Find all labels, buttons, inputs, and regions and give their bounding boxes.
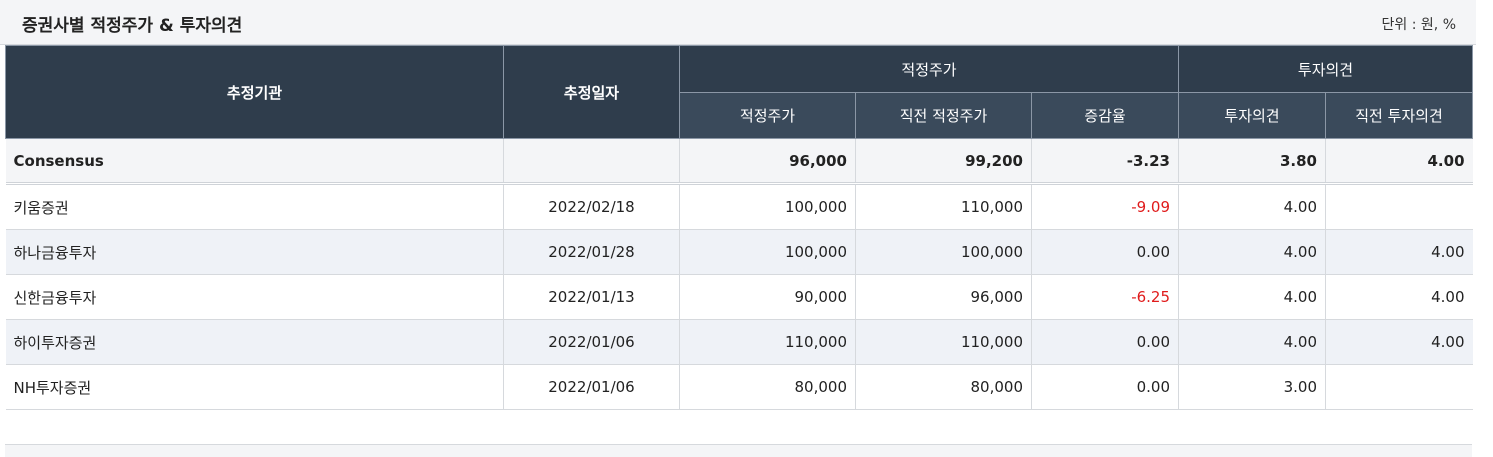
section-header: 증권사별 적정주가 & 투자의견 단위 : 원, % — [0, 0, 1476, 45]
consensus-target: 96,000 — [679, 138, 856, 185]
col-group-opinion: 투자의견 — [1177, 45, 1474, 93]
table-row: 신한금융투자 2022/01/13 90,000 96,000 -6.25 4.… — [5, 274, 1473, 320]
consensus-row: Consensus 96,000 99,200 -3.23 3.80 4.00 — [5, 138, 1473, 185]
col-date: 추정일자 — [503, 45, 680, 139]
col-opinion: 투자의견 — [1178, 92, 1326, 139]
agency-name: 하이투자증권 — [5, 319, 504, 365]
prev-target-price: 100,000 — [855, 229, 1032, 275]
col-prev-opinion: 직전 투자의견 — [1324, 92, 1474, 139]
target-price: 90,000 — [679, 274, 856, 320]
change-rate: -9.09 — [1031, 183, 1179, 230]
prev-target-price: 80,000 — [855, 364, 1032, 410]
consensus-change: -3.23 — [1031, 138, 1179, 185]
estimate-date: 2022/02/18 — [503, 183, 680, 230]
agency-name: 하나금융투자 — [5, 229, 504, 275]
change-rate: 0.00 — [1031, 319, 1179, 365]
prev-opinion: 4.00 — [1325, 319, 1473, 365]
prev-opinion: 4.00 — [1325, 274, 1473, 320]
target-price: 110,000 — [679, 319, 856, 365]
prev-opinion: 4.00 — [1325, 229, 1473, 275]
col-target-price: 적정주가 — [679, 92, 856, 139]
target-price-table: 추정기관 추정일자 적정주가 투자의견 적정주가 직전 적정주가 증감율 투자의… — [5, 45, 1474, 410]
estimate-date: 2022/01/13 — [503, 274, 680, 320]
agency-name: 신한금융투자 — [5, 274, 504, 320]
prev-target-price: 110,000 — [855, 183, 1032, 230]
target-price: 100,000 — [679, 229, 856, 275]
prev-target-price: 110,000 — [855, 319, 1032, 365]
table-row: 하나금융투자 2022/01/28 100,000 100,000 0.00 4… — [5, 229, 1473, 275]
change-rate: 0.00 — [1031, 229, 1179, 275]
table-row: 하이투자증권 2022/01/06 110,000 110,000 0.00 4… — [5, 319, 1473, 365]
agency-name: 키움증권 — [5, 183, 504, 230]
target-price: 80,000 — [679, 364, 856, 410]
consensus-opinion: 3.80 — [1178, 138, 1326, 185]
table-footer-band — [5, 444, 1472, 457]
estimate-date: 2022/01/06 — [503, 364, 680, 410]
consensus-prev-target: 99,200 — [855, 138, 1032, 185]
change-rate: -6.25 — [1031, 274, 1179, 320]
table-row: 키움증권 2022/02/18 100,000 110,000 -9.09 4.… — [5, 183, 1473, 230]
opinion: 3.00 — [1178, 364, 1326, 410]
consensus-date — [503, 138, 680, 185]
estimate-date: 2022/01/28 — [503, 229, 680, 275]
consensus-prev-opinion: 4.00 — [1325, 138, 1473, 185]
target-price: 100,000 — [679, 183, 856, 230]
section-title: 증권사별 적정주가 & 투자의견 — [22, 16, 243, 36]
table-row: NH투자증권 2022/01/06 80,000 80,000 0.00 3.0… — [5, 364, 1473, 410]
agency-name: NH투자증권 — [5, 364, 504, 410]
unit-label: 단위 : 원, % — [1381, 17, 1456, 33]
col-group-target-price: 적정주가 — [679, 45, 1179, 93]
opinion: 4.00 — [1178, 229, 1326, 275]
change-rate: 0.00 — [1031, 364, 1179, 410]
col-change-rate: 증감율 — [1031, 92, 1179, 139]
col-prev-target-price: 직전 적정주가 — [855, 92, 1032, 139]
opinion: 4.00 — [1178, 183, 1326, 230]
prev-target-price: 96,000 — [855, 274, 1032, 320]
consensus-name: Consensus — [5, 138, 504, 185]
estimate-date: 2022/01/06 — [503, 319, 680, 365]
prev-opinion — [1325, 364, 1473, 410]
opinion: 4.00 — [1178, 319, 1326, 365]
prev-opinion — [1325, 183, 1473, 230]
col-agency: 추정기관 — [5, 45, 504, 139]
opinion: 4.00 — [1178, 274, 1326, 320]
